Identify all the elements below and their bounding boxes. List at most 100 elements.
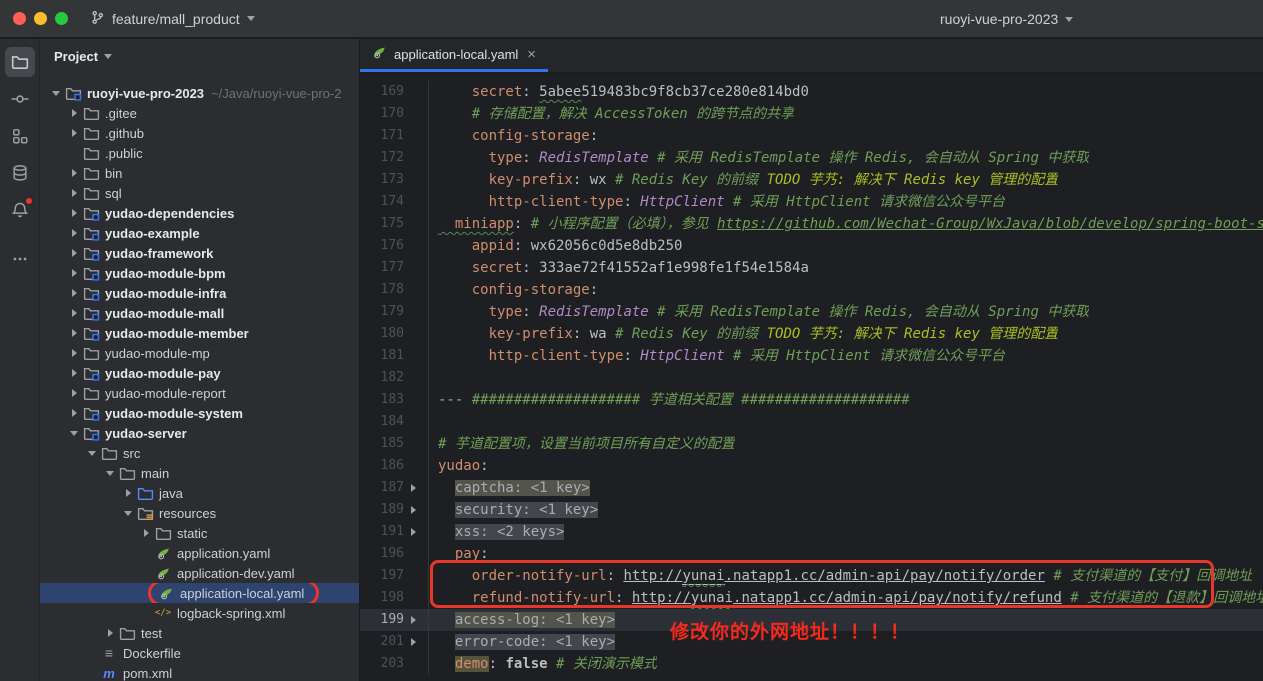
chevron-collapsed-icon[interactable] — [66, 305, 82, 321]
code-viewport[interactable]: 169 secret: 5abee519483bc9f8cb37ce280e81… — [360, 73, 1263, 681]
chevron-collapsed-icon[interactable] — [66, 205, 82, 221]
code-line-198[interactable]: 198 refund-notify-url: http://yunai.nata… — [360, 587, 1263, 609]
tree-row--public[interactable]: .public — [40, 143, 360, 163]
tree-row-src[interactable]: src — [40, 443, 360, 463]
project-folder-icon[interactable] — [5, 47, 35, 77]
tree-row-resources[interactable]: resources — [40, 503, 360, 523]
project-title-widget[interactable]: ruoyi-vue-pro-2023 — [940, 0, 1073, 38]
chevron-expanded-icon[interactable] — [84, 445, 100, 461]
code-line-176[interactable]: 176 appid: wx62056c0d5e8db250 — [360, 235, 1263, 257]
tree-row-logback-spring-xml[interactable]: </>logback-spring.xml — [40, 603, 360, 623]
tree-row-pom-xml[interactable]: mpom.xml — [40, 663, 360, 681]
code-line-172[interactable]: 172 type: RedisTemplate # 采用 RedisTempla… — [360, 147, 1263, 169]
tree-row-bin[interactable]: bin — [40, 163, 360, 183]
close-tab-icon[interactable]: × — [527, 46, 536, 63]
code-line-196[interactable]: 196 pay: — [360, 543, 1263, 565]
code-line-197[interactable]: 197 order-notify-url: http://yunai.natap… — [360, 565, 1263, 587]
tab-application-local-yaml[interactable]: application-local.yaml × — [360, 39, 548, 72]
more-icon[interactable] — [5, 244, 35, 274]
code-line-186[interactable]: 186yudao: — [360, 455, 1263, 477]
chevron-collapsed-icon[interactable] — [66, 405, 82, 421]
chevron-spacer — [138, 545, 154, 561]
tree-row-java[interactable]: java — [40, 483, 360, 503]
code-line-189[interactable]: 189 security: <1 key> — [360, 499, 1263, 521]
tree-row-yudao-module-bpm[interactable]: yudao-module-bpm — [40, 263, 360, 283]
code-line-171[interactable]: 171 config-storage: — [360, 125, 1263, 147]
code-line-191[interactable]: 191 xss: <2 keys> — [360, 521, 1263, 543]
tree-row-yudao-module-mp[interactable]: yudao-module-mp — [40, 343, 360, 363]
tree-row-yudao-module-pay[interactable]: yudao-module-pay — [40, 363, 360, 383]
code-line-170[interactable]: 170 # 存储配置，解决 AccessToken 的跨节点的共享 — [360, 103, 1263, 125]
chevron-collapsed-icon[interactable] — [66, 385, 82, 401]
notifications-bell-icon[interactable] — [5, 195, 35, 225]
code-line-178[interactable]: 178 config-storage: — [360, 279, 1263, 301]
chevron-collapsed-icon[interactable] — [66, 125, 82, 141]
code-line-169[interactable]: 169 secret: 5abee519483bc9f8cb37ce280e81… — [360, 81, 1263, 103]
tree-row-test[interactable]: test — [40, 623, 360, 643]
chevron-collapsed-icon[interactable] — [66, 265, 82, 281]
tree-row-yudao-server[interactable]: yudao-server — [40, 423, 360, 443]
tree-row-yudao-module-member[interactable]: yudao-module-member — [40, 323, 360, 343]
chevron-collapsed-icon[interactable] — [120, 485, 136, 501]
chevron-expanded-icon[interactable] — [120, 505, 136, 521]
chevron-collapsed-icon[interactable] — [66, 105, 82, 121]
tree-row--gitee[interactable]: .gitee — [40, 103, 360, 123]
tree-row-yudao-example[interactable]: yudao-example — [40, 223, 360, 243]
structure-icon[interactable] — [5, 121, 35, 151]
tree-row-application-local-yaml[interactable]: application-local.yaml — [40, 583, 360, 603]
code-line-180[interactable]: 180 key-prefix: wa # Redis Key 的前缀 TODO … — [360, 323, 1263, 345]
code-line-182[interactable]: 182 — [360, 367, 1263, 389]
database-icon[interactable] — [5, 158, 35, 188]
tree-row-yudao-dependencies[interactable]: yudao-dependencies — [40, 203, 360, 223]
code-line-173[interactable]: 173 key-prefix: wx # Redis Key 的前缀 TODO … — [360, 169, 1263, 191]
fold-marker-icon[interactable] — [404, 638, 422, 646]
tree-row-yudao-module-mall[interactable]: yudao-module-mall — [40, 303, 360, 323]
chevron-collapsed-icon[interactable] — [66, 165, 82, 181]
close-window-button[interactable] — [13, 12, 26, 25]
fold-marker-icon[interactable] — [404, 506, 422, 514]
chevron-expanded-icon[interactable] — [66, 425, 82, 441]
tree-row-static[interactable]: static — [40, 523, 360, 543]
code-line-184[interactable]: 184 — [360, 411, 1263, 433]
fold-marker-icon[interactable] — [404, 528, 422, 536]
chevron-collapsed-icon[interactable] — [66, 245, 82, 261]
token-p: : — [607, 568, 624, 584]
code-line-181[interactable]: 181 http-client-type: HttpClient # 采用 Ht… — [360, 345, 1263, 367]
tree-row--github[interactable]: .github — [40, 123, 360, 143]
fold-marker-icon[interactable] — [404, 616, 422, 624]
chevron-collapsed-icon[interactable] — [66, 185, 82, 201]
chevron-collapsed-icon[interactable] — [66, 345, 82, 361]
tree-row-application-dev-yaml[interactable]: application-dev.yaml — [40, 563, 360, 583]
tree-row-yudao-framework[interactable]: yudao-framework — [40, 243, 360, 263]
tree-row-sql[interactable]: sql — [40, 183, 360, 203]
chevron-collapsed-icon[interactable] — [102, 625, 118, 641]
commit-icon[interactable] — [5, 84, 35, 114]
chevron-collapsed-icon[interactable] — [66, 285, 82, 301]
tree-row-yudao-module-system[interactable]: yudao-module-system — [40, 403, 360, 423]
chevron-collapsed-icon[interactable] — [66, 325, 82, 341]
code-line-179[interactable]: 179 type: RedisTemplate # 采用 RedisTempla… — [360, 301, 1263, 323]
code-line-174[interactable]: 174 http-client-type: HttpClient # 采用 Ht… — [360, 191, 1263, 213]
chevron-expanded-icon[interactable] — [48, 85, 64, 101]
tree-row-yudao-module-report[interactable]: yudao-module-report — [40, 383, 360, 403]
chevron-collapsed-icon[interactable] — [138, 525, 154, 541]
fold-marker-icon[interactable] — [404, 484, 422, 492]
chevron-expanded-icon[interactable] — [102, 465, 118, 481]
chevron-collapsed-icon[interactable] — [66, 365, 82, 381]
chevron-collapsed-icon[interactable] — [66, 225, 82, 241]
code-line-187[interactable]: 187 captcha: <1 key> — [360, 477, 1263, 499]
tree-row-main[interactable]: main — [40, 463, 360, 483]
tree-row-dockerfile[interactable]: ≡Dockerfile — [40, 643, 360, 663]
zoom-window-button[interactable] — [55, 12, 68, 25]
code-line-175[interactable]: 175 miniapp: # 小程序配置（必填），参见 https://gith… — [360, 213, 1263, 235]
project-view-selector[interactable]: Project — [40, 39, 359, 73]
code-line-177[interactable]: 177 secret: 333ae72f41552af1e998fe1f54e1… — [360, 257, 1263, 279]
tree-row-yudao-module-infra[interactable]: yudao-module-infra — [40, 283, 360, 303]
code-line-203[interactable]: 203 demo: false # 关闭演示模式 — [360, 653, 1263, 675]
tree-row-application-yaml[interactable]: application.yaml — [40, 543, 360, 563]
tree-row-ruoyi-vue-pro-2023[interactable]: ruoyi-vue-pro-2023~/Java/ruoyi-vue-pro-2 — [40, 83, 360, 103]
git-branch-widget[interactable]: feature/mall_product — [90, 10, 255, 28]
code-line-185[interactable]: 185# 芋道配置项，设置当前项目所有自定义的配置 — [360, 433, 1263, 455]
code-line-183[interactable]: 183--- #################### 芋道相关配置 #####… — [360, 389, 1263, 411]
minimize-window-button[interactable] — [34, 12, 47, 25]
